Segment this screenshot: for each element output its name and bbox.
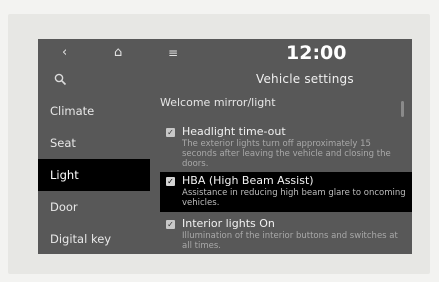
sidebar-item-digital-key[interactable]: Digital key	[38, 223, 150, 254]
sidebar: Climate Seat Light Door Digital key	[38, 91, 150, 254]
checkbox-checked-icon[interactable]: ✓	[166, 177, 175, 186]
sidebar-item-seat[interactable]: Seat	[38, 127, 150, 159]
top-bar: ‹ ⌂ ≡ 12:00	[38, 39, 412, 69]
option-hba[interactable]: ✓ HBA (High Beam Assist) Assistance in r…	[160, 172, 412, 212]
option-description: Illumination of the interior buttons and…	[182, 231, 398, 251]
option-description: Assistance in reducing high beam glare t…	[182, 188, 406, 208]
menu-icon[interactable]: ≡	[168, 45, 178, 61]
home-icon[interactable]: ⌂	[114, 45, 122, 61]
option-headlight-time-out[interactable]: ✓ Headlight time-out The exterior lights…	[160, 123, 412, 169]
sidebar-item-light[interactable]: Light	[38, 159, 150, 191]
checkbox-checked-icon[interactable]: ✓	[166, 220, 175, 229]
page-title: Vehicle settings	[256, 72, 354, 86]
option-title: Headlight time-out	[182, 125, 286, 138]
option-title: HBA (High Beam Assist)	[182, 174, 314, 187]
infotainment-screen: ‹ ⌂ ≡ 12:00 Vehicle settings Climate Sea…	[38, 39, 412, 254]
checkbox-checked-icon[interactable]: ✓	[166, 128, 175, 137]
back-icon[interactable]: ‹	[62, 45, 67, 61]
section-title: Welcome mirror/light	[160, 96, 276, 109]
scrollbar[interactable]	[401, 101, 404, 117]
option-interior-lights-on[interactable]: ✓ Interior lights On Illumination of the…	[160, 215, 412, 254]
option-description: The exterior lights turn off approximate…	[182, 139, 391, 169]
clock: 12:00	[286, 42, 347, 64]
search-icon[interactable]	[54, 73, 67, 90]
search-icon-glyph	[54, 73, 67, 86]
sidebar-item-climate[interactable]: Climate	[38, 95, 150, 127]
option-title: Interior lights On	[182, 217, 275, 230]
sidebar-item-door[interactable]: Door	[38, 191, 150, 223]
